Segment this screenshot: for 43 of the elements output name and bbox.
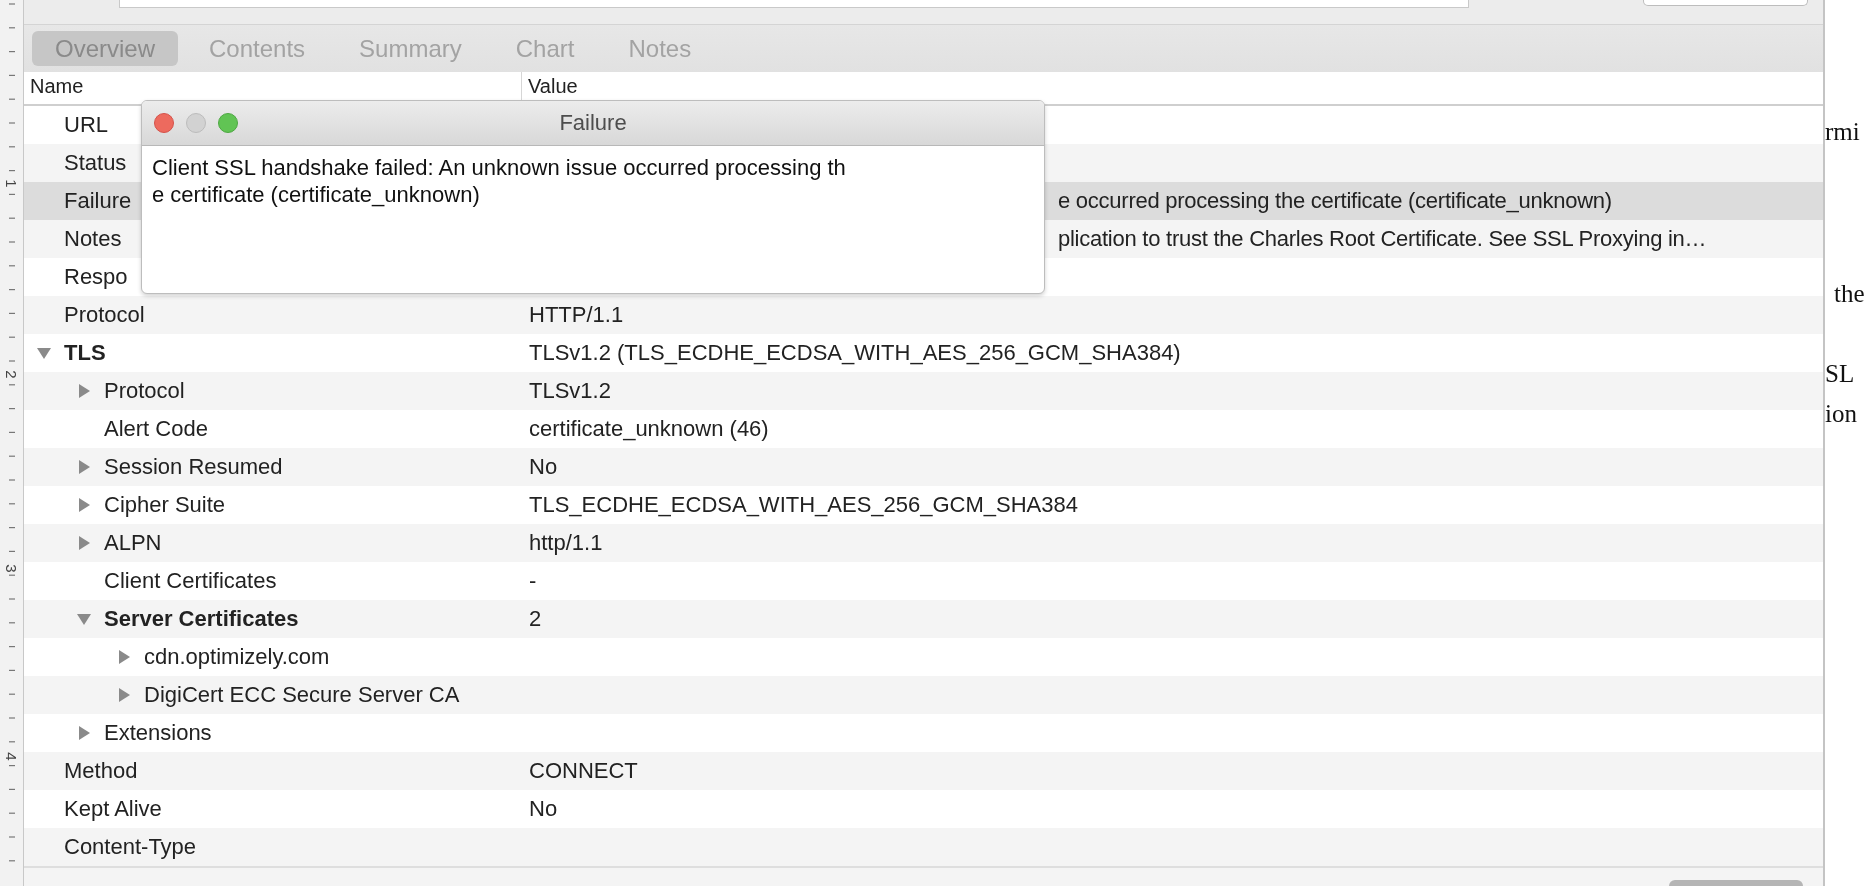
error-message: Client SSL handshake failed: An unknown issue occurred processing th e certificate (certificate_unknown) xyxy=(152,154,847,208)
document-text: rmi xyxy=(1825,118,1860,146)
ruler-number: 3 xyxy=(4,563,19,575)
ruler-number: 4 xyxy=(4,751,19,763)
row-name: Failure xyxy=(64,188,132,214)
row-name: Content-Type xyxy=(64,834,197,860)
ruler-number: 2 xyxy=(4,369,19,381)
row-value: - xyxy=(529,568,537,593)
document-text: ion xyxy=(1825,400,1857,428)
row-name: Extensions xyxy=(104,720,212,746)
row-name: URL xyxy=(64,112,108,138)
row-name: cdn.optimizely.com xyxy=(144,644,330,670)
row-name: Method xyxy=(64,758,138,784)
row-name: Alert Code xyxy=(104,416,208,442)
row-value: http/1.1 xyxy=(529,530,603,555)
row-value: TLS_ECDHE_ECDSA_WITH_AES_256_GCM_SHA384 xyxy=(529,492,1078,517)
row-name: TLS xyxy=(64,340,106,366)
ruler-number: 1 xyxy=(4,178,19,190)
row-name: Cipher Suite xyxy=(104,492,226,518)
row-name: Status xyxy=(64,150,127,176)
row-value: No xyxy=(529,454,558,479)
row-name: DigiCert ECC Secure Server CA xyxy=(144,682,460,708)
row-name: Session Resumed xyxy=(104,454,283,480)
document-text: SL xyxy=(1825,360,1855,388)
row-name: Server Certificates xyxy=(104,606,299,632)
row-value: HTTP/1.1 xyxy=(529,302,624,327)
row-value: No xyxy=(529,796,558,821)
document-text: the xyxy=(1834,280,1864,308)
row-value: e occurred processing the certificate (certificate_unknown) xyxy=(1058,188,1612,213)
row-name: Kept Alive xyxy=(64,796,162,822)
row-value: 2 xyxy=(529,606,542,631)
row-value: TLSv1.2 xyxy=(529,378,611,403)
row-value: CONNECT xyxy=(529,758,638,783)
row-name: Notes xyxy=(64,226,122,252)
row-value: plication to trust the Charles Root Certificate. See SSL Proxying in… xyxy=(1058,226,1707,251)
row-name: Client Certificates xyxy=(104,568,277,594)
row-value: TLSv1.2 (TLS_ECDHE_ECDSA_WITH_AES_256_GCM_SHA384) xyxy=(529,340,1181,365)
dialog-title: Failure xyxy=(559,110,627,136)
row-name: ALPN xyxy=(104,530,162,556)
row-name: Protocol xyxy=(104,378,185,404)
row-name: Respo xyxy=(64,264,128,290)
row-value: certificate_unknown (46) xyxy=(529,416,769,441)
row-name: Protocol xyxy=(64,302,145,328)
